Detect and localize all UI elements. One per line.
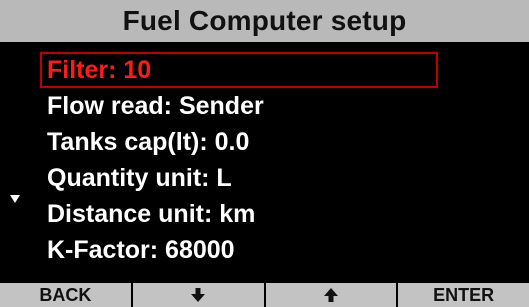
softkey-bar: BACK ENTER xyxy=(0,283,529,307)
back-button[interactable]: BACK xyxy=(0,283,131,307)
scroll-down-indicator-icon xyxy=(10,195,20,203)
menu-item-tanks-capacity[interactable]: Tanks cap(lt): 0.0 xyxy=(47,124,249,160)
page-title: Fuel Computer setup xyxy=(0,0,529,42)
menu-item-quantity-unit[interactable]: Quantity unit: L xyxy=(47,160,232,196)
settings-menu: Filter: 10 Flow read: Sender Tanks cap(l… xyxy=(0,42,529,283)
menu-item-k-factor[interactable]: K-Factor: 68000 xyxy=(47,232,235,268)
back-button-label: BACK xyxy=(39,284,92,305)
arrow-up-icon xyxy=(323,288,338,302)
menu-item-distance-unit[interactable]: Distance unit: km xyxy=(47,196,255,232)
enter-button-label: ENTER xyxy=(433,284,495,305)
arrow-down-icon xyxy=(191,288,206,302)
scroll-up-button[interactable] xyxy=(265,283,397,307)
menu-item-filter[interactable]: Filter: 10 xyxy=(47,52,151,88)
enter-button[interactable]: ENTER xyxy=(398,283,529,307)
menu-item-flow-read[interactable]: Flow read: Sender xyxy=(47,88,264,124)
fuel-computer-setup-screen: Fuel Computer setup Filter: 10 Flow read… xyxy=(0,0,529,307)
scroll-down-button[interactable] xyxy=(132,283,264,307)
